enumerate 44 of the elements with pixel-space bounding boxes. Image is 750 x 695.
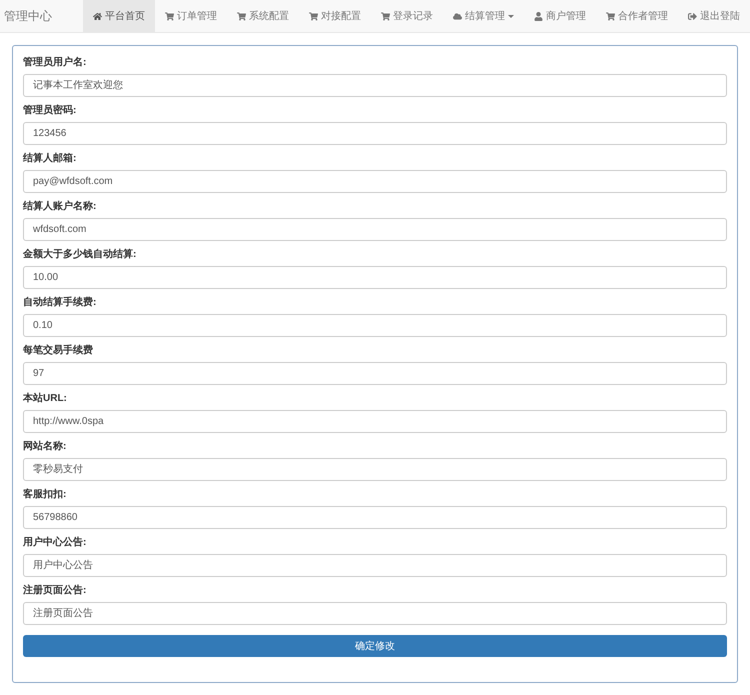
submit-button[interactable]: 确定修改 [23,635,727,657]
user-icon [534,12,543,20]
cart-icon [309,12,318,20]
input-field[interactable]: 56798860 [23,506,727,529]
input-field[interactable]: 注册页面公告 [23,602,727,625]
field-label: 注册页面公告: [23,584,88,598]
input-field[interactable]: pay@wfdsoft.com [23,170,727,193]
field-label: 金额大于多少钱自动结算: [23,248,138,262]
nav-tab[interactable]: 商户管理 [524,0,596,32]
cart-icon [381,12,390,20]
brand-title[interactable]: 管理中心 [0,7,83,25]
nav-tab[interactable]: 平台首页 [83,0,155,32]
nav-tab[interactable]: 系统配置 [227,0,299,32]
field-label: 用户中心公告: [23,536,88,550]
nav-tab[interactable]: 对接配置 [299,0,371,32]
nav-tab[interactable]: 登录记录 [371,0,443,32]
field-label: 本站URL: [23,392,68,406]
field-label: 结算人邮箱: [23,152,78,166]
input-field[interactable]: wfdsoft.com [23,218,727,241]
field-label: 管理员密码: [23,104,78,118]
home-icon [93,12,102,20]
logout-icon [688,12,697,20]
field-label: 结算人账户名称: [23,200,98,214]
input-field[interactable]: 零秒易支付 [23,458,727,481]
cloud-icon [453,12,462,20]
input-field[interactable]: 记事本工作室欢迎您 [23,74,727,97]
nav-tab[interactable]: 合作者管理 [596,0,678,32]
input-field[interactable]: 10.00 [23,266,727,289]
nav-tab[interactable]: 退出登陆 [678,0,750,32]
cart-icon [237,12,246,20]
cart-icon [165,12,174,20]
nav-tab[interactable]: 订单管理 [155,0,227,32]
cart-icon [606,12,615,20]
field-label: 每笔交易手续费 [23,344,94,358]
input-field[interactable]: 0.10 [23,314,727,337]
field-label: 网站名称: [23,440,68,454]
field-label: 自动结算手续费: [23,296,98,310]
input-field[interactable]: http://www.0spa [23,410,727,433]
field-label: 客服扣扣: [23,488,68,502]
input-field[interactable]: 97 [23,362,727,385]
input-field[interactable]: 123456 [23,122,727,145]
nav-tab[interactable]: 结算管理 [443,0,524,32]
input-field[interactable]: 用户中心公告 [23,554,727,577]
field-label: 管理员用户名: [23,56,88,70]
